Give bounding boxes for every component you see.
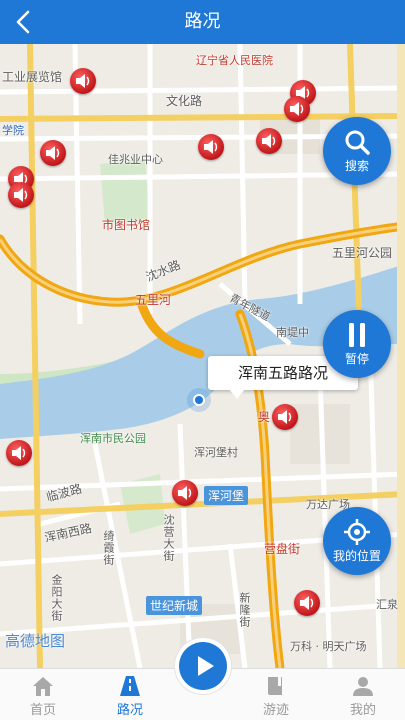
my-location-button-label: 我的位置 [332, 549, 381, 563]
tab-tour-label: 游迹 [262, 703, 289, 718]
crosshair-icon [344, 519, 370, 545]
tab-mine[interactable]: 我的 [333, 675, 393, 718]
pause-button-label: 暂停 [344, 352, 369, 366]
road-icon [120, 676, 140, 696]
book-icon [268, 677, 282, 695]
play-button[interactable] [175, 638, 231, 694]
speaker-icon[interactable] [272, 404, 298, 430]
tab-tour[interactable]: 游迹 [246, 675, 306, 718]
user-icon [353, 677, 373, 696]
tab-home[interactable]: 首页 [13, 675, 73, 718]
search-button[interactable]: 搜索 [323, 117, 391, 185]
label-industry-hall: 工业展览馆 [2, 70, 63, 84]
header-bar: 路况 [0, 0, 405, 44]
label-hunhebao-village: 浑河堡村 [194, 446, 238, 459]
label-jinfeng-street: 金阳大街 [50, 574, 63, 622]
label-yingpan-street: 营盘街 [264, 542, 301, 556]
speaker-icon[interactable] [294, 590, 320, 616]
home-icon [33, 677, 53, 696]
tab-home-label: 首页 [29, 703, 56, 718]
label-xinlong-street: 新隆街 [238, 592, 251, 628]
tab-traffic[interactable]: 路况 [100, 675, 160, 718]
label-liaoning-hospital: 辽宁省人民医院 [196, 54, 273, 67]
label-jiazhaoye: 佳兆业中心 [108, 153, 163, 166]
my-location-button[interactable]: 我的位置 [323, 507, 391, 575]
label-wenhua-road: 文化路 [166, 94, 203, 108]
label-wulihe-park: 五里河公园 [332, 246, 393, 260]
gaode-map-logo: 高德地图 [5, 632, 66, 650]
play-button-circle [179, 642, 227, 690]
label-century-city: 世纪新城 [146, 596, 203, 615]
speaker-icon[interactable] [6, 440, 32, 466]
pause-button[interactable]: 暂停 [323, 310, 391, 378]
play-icon [198, 656, 214, 676]
tab-mine-label: 我的 [349, 703, 376, 718]
label-hunhebao: 浑河堡 [204, 486, 249, 505]
label-wanke: 万科 · 明天广场 [290, 640, 367, 653]
tab-traffic-label: 路况 [116, 703, 143, 718]
label-nanjing-center: 南堤中 [276, 326, 309, 339]
label-qixia-street: 绮霞街 [102, 530, 115, 566]
label-wulihe: 五里河 [135, 293, 172, 307]
speaker-icon[interactable] [40, 140, 66, 166]
label-hunnan-park: 浑南市民公园 [80, 432, 146, 445]
label-huiquan: 汇泉 [376, 598, 398, 611]
search-icon [345, 130, 370, 155]
speaker-icon[interactable] [70, 68, 96, 94]
label-library: 市图书馆 [102, 218, 151, 232]
popup-tail [229, 389, 245, 399]
speaker-icon[interactable] [284, 96, 310, 122]
speaker-icon[interactable] [256, 128, 282, 154]
speaker-icon[interactable] [198, 134, 224, 160]
label-aoti: 奥 [258, 410, 271, 424]
label-shenjing-street: 沈营大街 [162, 514, 175, 562]
page-title: 路况 [184, 11, 221, 32]
app-screen: 路况 辽宁省人民医院 工业展览馆 文化路 学院 佳兆业中心 市图书馆 沈水路 五… [0, 0, 405, 720]
label-xuefu: 学院 [2, 124, 24, 137]
speaker-icon[interactable] [8, 182, 34, 208]
pause-icon [349, 323, 365, 347]
speaker-icon[interactable] [172, 480, 198, 506]
search-button-label: 搜索 [344, 159, 369, 173]
current-location-icon [187, 388, 211, 412]
